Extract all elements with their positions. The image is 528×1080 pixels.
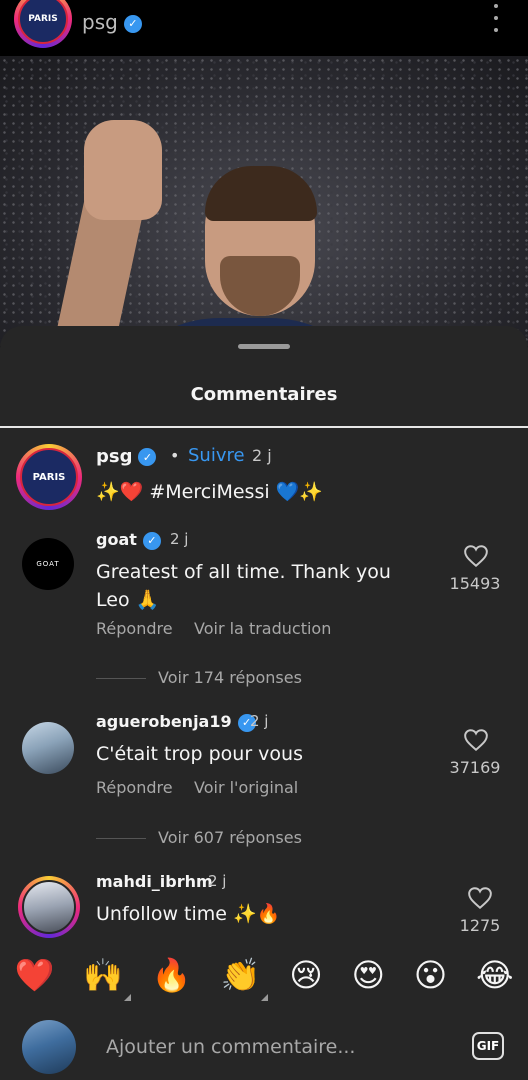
verified-badge-icon: ✓ [138,448,157,466]
post-header: PARIS psg ✓ [0,0,528,56]
photo-hand [84,120,162,220]
replies-line [96,678,146,679]
reply-button[interactable]: Répondre [96,619,173,638]
emoji-reaction-bar: ❤️ 🙌 🔥 👏 😢 😍 😮 😂 [0,940,528,1010]
emoji-heart-eyes[interactable]: 😍 [352,955,385,995]
sheet-title: Commentaires [190,384,338,405]
emoji-surprised[interactable]: 😮 [414,955,447,995]
emoji-raised-hands[interactable]: 🙌 [83,955,132,1001]
emoji-clap-glyph[interactable]: 👏 [221,956,261,994]
caption-separator: • [170,446,180,465]
like-heart-icon[interactable] [463,544,489,568]
caption-time: 2 j [252,446,272,465]
verified-badge-icon: ✓ [142,531,161,550]
see-original-button[interactable]: Voir l'original [194,778,298,797]
translate-button[interactable]: Voir la traduction [194,619,331,638]
gif-button[interactable]: GIF [472,1032,504,1060]
sheet-drag-handle[interactable] [238,344,290,349]
comment-username[interactable]: aguerobenja19 ✓ [96,712,256,732]
comment-time: 2 j [250,712,269,730]
like-heart-icon[interactable] [463,728,489,752]
post-author-avatar[interactable]: PARIS [14,0,72,48]
verified-badge-icon: ✓ [123,14,142,33]
post-author-name[interactable]: psg [82,10,118,34]
comment-username[interactable]: goat ✓ [96,530,161,550]
comment-avatar-aguerobenja19[interactable] [22,722,74,774]
comment-username[interactable]: mahdi_ibrhm [96,872,213,891]
caption-username[interactable]: psg ✓ [96,446,157,467]
follow-button[interactable]: Suivre [188,445,245,466]
skin-tone-indicator [261,994,269,1001]
caption-username-text[interactable]: psg [96,446,132,467]
psg-logo-icon: PARIS [20,448,78,506]
comment-text: Unfollow time ✨🔥 [96,903,281,925]
caption-text: ✨❤️ #MerciMessi 💙✨ [96,481,323,503]
more-options-icon[interactable] [492,4,500,32]
like-count: 37169 [449,758,501,777]
emoji-raised-hands-glyph[interactable]: 🙌 [83,956,123,994]
psg-logo-icon: PARIS [18,0,68,44]
like-heart-icon[interactable] [467,886,493,910]
post-author-username[interactable]: psg ✓ [82,10,142,34]
view-replies-button[interactable]: Voir 174 réponses [96,668,302,687]
caption-avatar[interactable]: PARIS [16,444,82,510]
emoji-fire[interactable]: 🔥 [152,955,192,995]
goat-logo-text: GOAT [36,560,60,568]
comment-text: Greatest of all time. Thank you Leo 🙏 [96,561,391,611]
emoji-crying[interactable]: 😢 [289,955,322,995]
comment-username-text[interactable]: mahdi_ibrhm [96,872,213,891]
like-count: 1275 [459,916,501,935]
view-replies-label[interactable]: Voir 174 réponses [158,668,302,687]
sheet-divider [0,426,528,428]
comment-username-text[interactable]: goat [96,530,137,549]
avatar-photo [22,880,76,934]
comment-text: C'était trop pour vous [96,743,303,765]
comment-input[interactable]: Ajouter un commentaire... [106,1036,355,1058]
comment-avatar-mahdi_ibrhm[interactable] [18,876,80,938]
comment-compose-bar: Ajouter un commentaire... GIF [0,1010,528,1080]
view-replies-label[interactable]: Voir 607 réponses [158,828,302,847]
comment-time: 2 j [170,530,189,548]
replies-line [96,838,146,839]
emoji-heart[interactable]: ❤️ [14,955,54,995]
emoji-laughing[interactable]: 😂 [476,955,513,995]
current-user-avatar[interactable] [22,1020,76,1074]
comment-time: 2 j [208,872,227,890]
comment-username-text[interactable]: aguerobenja19 [96,712,232,731]
view-replies-button[interactable]: Voir 607 réponses [96,828,302,847]
like-count: 15493 [449,574,501,593]
emoji-clap[interactable]: 👏 [221,955,269,1001]
post-photo[interactable] [0,56,528,346]
reply-button[interactable]: Répondre [96,778,173,797]
comment-avatar-goat[interactable]: GOAT [22,538,74,590]
skin-tone-indicator [124,994,132,1001]
